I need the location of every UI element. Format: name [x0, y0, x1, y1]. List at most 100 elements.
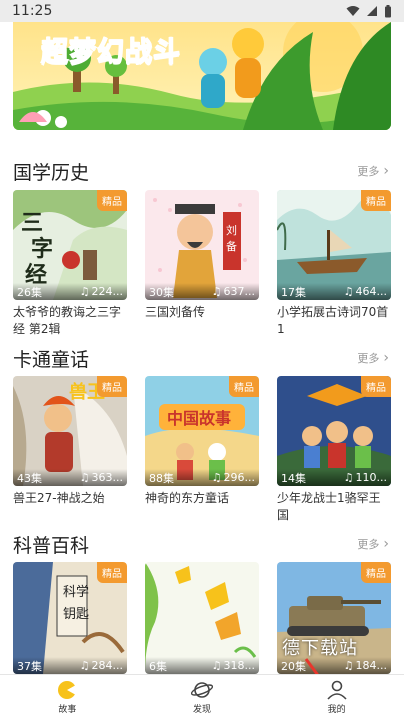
tab-story[interactable]: 故事 — [0, 675, 135, 720]
svg-text:中国故事: 中国故事 — [167, 409, 231, 428]
status-bar: 11:25 — [0, 0, 404, 22]
section-header: 卡通童话 更多 › — [13, 345, 391, 371]
premium-badge: 精品 — [97, 376, 127, 397]
episode-count: 30集 — [149, 285, 174, 299]
album-title: 少年龙战士1骆罕王国 — [277, 491, 381, 522]
play-count-value: 224... — [91, 285, 124, 298]
album-meta: 88集 ♫ 296... — [145, 469, 259, 486]
play-count-value: 363... — [91, 471, 124, 484]
section-title: 科普百科 — [13, 535, 90, 557]
battery-icon — [385, 4, 391, 17]
episode-count: 37集 — [17, 659, 42, 673]
hero-banner[interactable]: 超梦幻战斗 — [13, 22, 391, 130]
album-cover: 6集 ♫ 318... — [145, 562, 259, 674]
headphones-icon: ♫ — [211, 285, 222, 298]
album-title: 太爷爷的教诲之三字经 第2辑 — [13, 305, 122, 336]
album-cover: 中国故事 精品 88集 ♫ 296... — [145, 376, 259, 486]
premium-badge: 精品 — [361, 562, 391, 583]
album-cover: 三 字 经 精品 26集 ♫ 224... — [13, 190, 127, 300]
more-label: 更多 — [357, 352, 380, 365]
album-title: 三国刘备传 — [145, 305, 206, 319]
wifi-icon — [346, 6, 360, 16]
album-card[interactable]: 6集 ♫ 318... — [145, 562, 259, 674]
more-label: 更多 — [357, 165, 380, 178]
album-card[interactable]: 科学 钥匙 精品 37集 ♫ 284... — [13, 562, 127, 674]
headphones-icon: ♫ — [343, 471, 354, 484]
play-count: ♫ 284... — [80, 659, 123, 672]
episode-count: 43集 — [17, 471, 42, 485]
album-title: 神奇的东方童话 — [145, 491, 230, 505]
chevron-right-icon: › — [383, 163, 389, 179]
tab-label: 故事 — [58, 705, 77, 715]
episode-count: 14集 — [281, 471, 306, 485]
album-card[interactable]: 兽王 精品 43集 ♫ 363... 兽王27-神战之始 — [13, 376, 127, 507]
episode-count: 6集 — [149, 659, 167, 673]
episode-count: 17集 — [281, 285, 306, 299]
album-card[interactable]: 精品 17集 ♫ 464... 小学拓展古诗词70首 1 — [277, 190, 391, 338]
album-meta: 14集 ♫ 110... — [277, 469, 391, 486]
planet-icon — [191, 682, 213, 698]
chevron-right-icon: › — [383, 350, 389, 366]
play-count-value: 110... — [355, 471, 388, 484]
album-meta: 6集 ♫ 318... — [145, 657, 259, 674]
story-icon — [58, 681, 77, 699]
more-link[interactable]: 更多 › — [357, 163, 389, 179]
album-cover: 刘 备 30集 ♫ 637... — [145, 190, 259, 300]
headphones-icon: ♫ — [343, 285, 354, 298]
play-count: ♫ 464... — [344, 285, 387, 298]
play-count: ♫ 184... — [344, 659, 387, 672]
svg-text:备: 备 — [226, 239, 237, 253]
play-count: ♫ 296... — [212, 471, 255, 484]
episode-count: 88集 — [149, 471, 174, 485]
album-card[interactable]: 三 字 经 精品 26集 ♫ 224... 太爷爷的教诲之三字经 第2辑 — [13, 190, 127, 338]
headphones-icon: ♫ — [79, 659, 90, 672]
album-meta: 30集 ♫ 637... — [145, 283, 259, 300]
play-count: ♫ 637... — [212, 285, 255, 298]
status-time: 11:25 — [12, 3, 53, 19]
album-meta: 26集 ♫ 224... — [13, 283, 127, 300]
tab-label: 发现 — [193, 705, 212, 715]
headphones-icon: ♫ — [79, 285, 90, 298]
section-header: 科普百科 更多 › — [13, 531, 391, 557]
album-meta: 43集 ♫ 363... — [13, 469, 127, 486]
svg-text:三: 三 — [21, 210, 43, 236]
album-card[interactable]: 中国故事 精品 88集 ♫ 296... 神奇的东方童话 — [145, 376, 259, 507]
headphones-icon: ♫ — [211, 659, 222, 672]
more-link[interactable]: 更多 › — [357, 536, 389, 552]
album-card[interactable]: 刘 备 30集 ♫ 637... 三国刘备传 — [145, 190, 259, 321]
section-header: 国学历史 更多 › — [13, 158, 391, 184]
play-count: ♫ 363... — [80, 471, 123, 484]
section-title: 国学历史 — [13, 162, 90, 184]
play-count: ♫ 224... — [80, 285, 123, 298]
user-icon — [327, 680, 347, 700]
play-count: ♫ 110... — [344, 471, 387, 484]
tab-discover[interactable]: 发现 — [135, 675, 270, 720]
play-count: ♫ 318... — [212, 659, 255, 672]
play-count-value: 284... — [91, 659, 124, 672]
album-cover: 兽王 精品 43集 ♫ 363... — [13, 376, 127, 486]
more-label: 更多 — [357, 538, 380, 551]
play-count-value: 637... — [223, 285, 256, 298]
play-count-value: 296... — [223, 471, 256, 484]
tab-mine[interactable]: 我的 — [269, 675, 404, 720]
episode-count: 26集 — [17, 285, 42, 299]
album-cover: 科学 钥匙 精品 37集 ♫ 284... — [13, 562, 127, 674]
album-meta: 37集 ♫ 284... — [13, 657, 127, 674]
signal-icon — [367, 6, 377, 16]
svg-text:刘: 刘 — [226, 224, 237, 237]
premium-badge: 精品 — [361, 376, 391, 397]
section-title: 卡通童话 — [13, 349, 90, 371]
album-title: 小学拓展古诗词70首 1 — [277, 305, 389, 336]
headphones-icon: ♫ — [79, 471, 90, 484]
headphones-icon: ♫ — [343, 659, 354, 672]
svg-text:钥匙: 钥匙 — [63, 607, 89, 622]
premium-badge: 精品 — [97, 190, 127, 211]
album-cover: 精品 17集 ♫ 464... — [277, 190, 391, 300]
album-card[interactable]: 精品 14集 ♫ 110... 少年龙战士1骆罕王国 — [277, 376, 391, 524]
bottom-tab-bar: 故事 发现 我的 — [0, 674, 404, 720]
svg-text:字: 字 — [31, 236, 53, 262]
premium-badge: 精品 — [229, 376, 259, 397]
play-count-value: 464... — [355, 285, 388, 298]
more-link[interactable]: 更多 › — [357, 350, 389, 366]
play-count-value: 184... — [355, 659, 388, 672]
